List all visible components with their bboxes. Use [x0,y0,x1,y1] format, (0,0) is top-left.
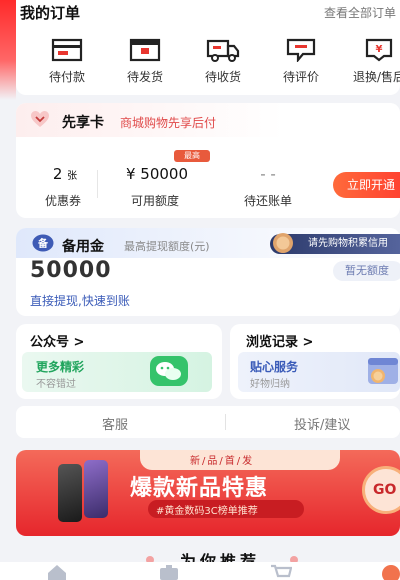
reserve-fund-amount: 50000 [30,258,112,283]
coupons-label: 优惠券 [44,194,81,208]
wallet-icon [51,38,83,62]
divider [225,414,226,430]
activate-button[interactable]: 立即开通 [333,172,400,198]
order-item-label: 待付款 [48,70,85,84]
wechat-icon [150,356,188,386]
order-pending-receipt[interactable]: 待收货 [187,38,259,85]
order-item-label: 待发货 [126,70,163,84]
direct-withdraw-link[interactable]: 直接提现,快速到账 [30,292,130,309]
comment-icon [286,38,316,62]
official-promo-title: 更多精彩 [36,360,85,374]
order-pending-shipment[interactable]: 待发货 [109,38,181,85]
profile-icon[interactable] [380,564,400,580]
orders-title: 我的订单 [20,4,81,22]
order-item-label: 退换/售后 [352,70,400,84]
truck-icon [206,39,240,62]
cart-icon[interactable] [270,564,292,580]
member-card-subtitle: 商城购物先享后付 [120,116,217,130]
browsing-history-title[interactable]: 浏览记录 > [246,331,313,350]
order-pending-review[interactable]: 待评价 [265,38,337,85]
complaint-link[interactable]: 投诉/建议 [294,414,350,433]
member-card-title: 先享卡 [62,115,104,131]
home-icon[interactable] [46,564,68,580]
order-pending-payment[interactable]: 待付款 [31,38,103,85]
coupons-count[interactable]: 2 张 [48,165,82,183]
official-account-title[interactable]: 公众号 > [30,331,84,350]
pending-bill-value[interactable]: - - [248,165,288,183]
history-promo-title: 贴心服务 [250,360,299,374]
refund-icon: ¥ [365,38,393,62]
coupons-unit: 张 [67,171,78,182]
available-limit-value[interactable]: ¥ 50000 [112,165,202,183]
reserve-fund-icon: 备 [32,234,54,252]
official-promo-subtitle: 不容错过 [36,379,76,390]
left-edge-decoration [0,0,16,100]
order-refund-aftersale[interactable]: ¥ 退换/售后 [343,38,400,85]
svg-text:¥: ¥ [376,44,383,55]
phone-image [58,464,82,522]
svg-text:备: 备 [37,237,49,250]
banner-title: 爆款新品特惠 [130,476,269,501]
coupons-value: 2 [52,165,63,183]
order-item-label: 待评价 [282,70,319,84]
history-promo-subtitle: 好物归纳 [250,379,290,390]
category-icon[interactable] [158,564,180,580]
banner-subtitle: #黄金数码3C榜单推荐 [156,506,258,517]
phone-image [84,460,108,518]
banner-tag: 新/品/首/发 [190,456,255,467]
reserve-fund-subtitle: 最高提现额度(元) [124,240,210,253]
limit-max-tag: 最高 [174,150,210,162]
heart-icon [31,111,49,127]
view-all-orders-link[interactable]: 查看全部订单 [324,4,396,21]
order-item-label: 待收货 [204,70,241,84]
package-icon [129,38,161,62]
customer-service-link[interactable]: 客服 [102,414,128,433]
reserve-fund-title: 备用金 [62,239,104,255]
pending-bill-label: 待还账单 [243,194,292,208]
no-limit-badge[interactable]: 暂无额度 [333,261,400,281]
available-limit-label: 可用额度 [130,194,179,208]
divider [97,170,98,198]
calendar-coin-icon [368,358,398,384]
coin-icon [273,233,293,253]
